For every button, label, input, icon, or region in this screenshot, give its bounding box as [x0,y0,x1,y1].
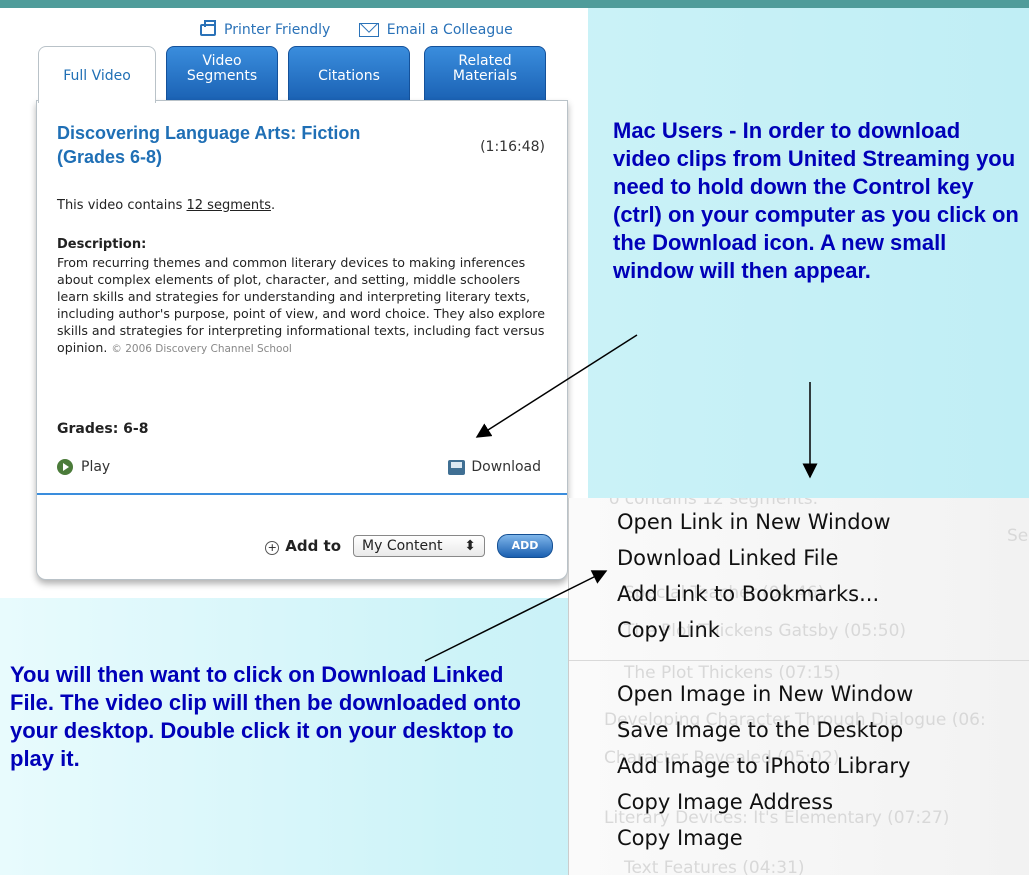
arrow-to-download-icon [475,334,638,438]
annotation-arrows [424,334,818,662]
arrow-to-download-linked-file [424,570,608,662]
tab-label: Full Video [63,68,131,84]
tab-full-video[interactable]: Full Video [38,46,156,103]
